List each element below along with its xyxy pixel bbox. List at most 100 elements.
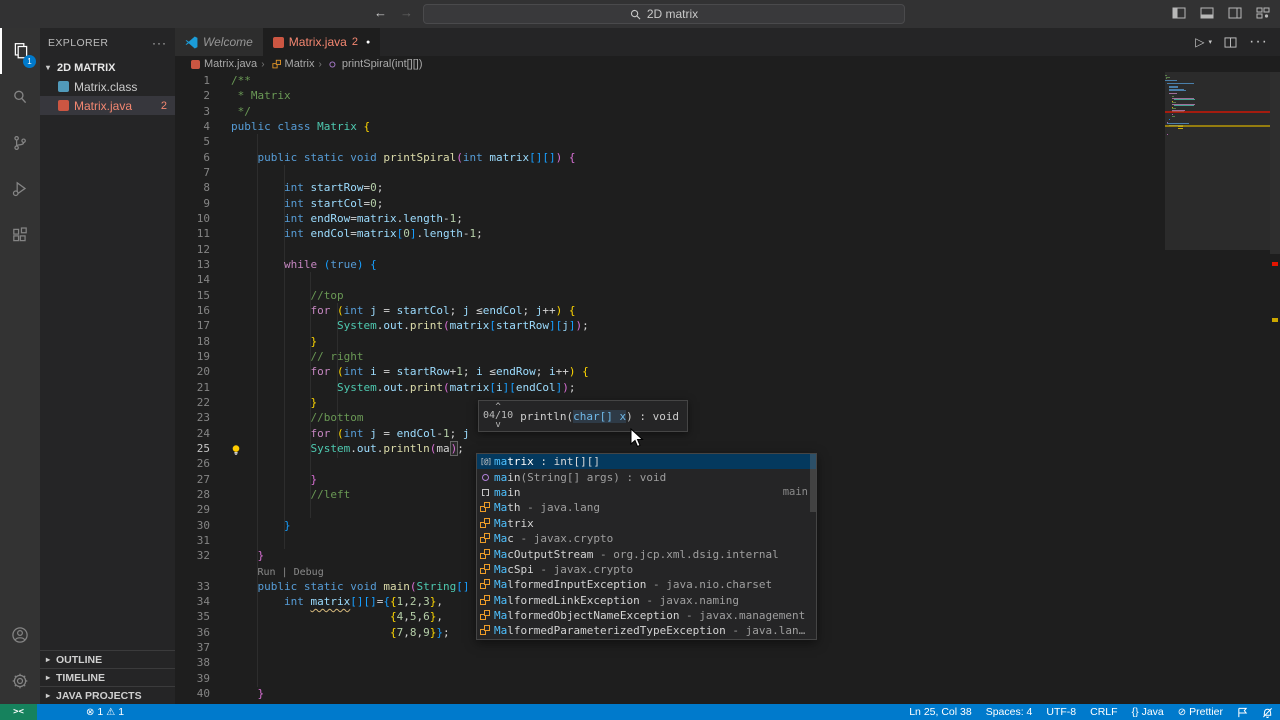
code-token: print — [409, 319, 443, 333]
code-line[interactable]: 18 } — [175, 334, 1280, 349]
feedback-icon[interactable] — [1230, 704, 1255, 720]
suggest-item-Mac[interactable]: Mac - javax.crypto — [477, 531, 816, 546]
code-token: out — [356, 441, 377, 455]
code-token: ; — [442, 625, 450, 639]
search-view-icon[interactable] — [0, 74, 40, 120]
file-matrix-class[interactable]: Matrix.class — [40, 77, 175, 96]
split-editor-icon[interactable] — [1224, 36, 1237, 48]
code-editor[interactable]: 1/** 2 * Matrix 3 */4 public class Matrix {… — [175, 72, 1280, 704]
suggest-item-matrix[interactable]: [@] matrix : int[][] — [477, 454, 816, 470]
java-projects-section[interactable]: ▸ JAVA PROJECTS — [40, 686, 175, 704]
toggle-secondary-sidebar-icon[interactable] — [1228, 7, 1242, 19]
code-token: endCol — [482, 303, 523, 317]
extensions-icon[interactable] — [0, 212, 40, 258]
code-token: System — [336, 380, 377, 394]
back-icon[interactable]: ← — [374, 5, 387, 20]
code-token: { — [383, 595, 390, 609]
suggest-item-Math[interactable]: Math - java.lang — [477, 500, 816, 515]
suggest-item-MalformedObjectNameException[interactable]: MalformedObjectNameException - javax.man… — [477, 608, 816, 623]
code-line[interactable]: 15 //top — [175, 288, 1280, 303]
code-line[interactable]: 20 for (int i = startRow+1; i ≤endRow; i… — [175, 364, 1280, 379]
breadcrumb-class[interactable]: Matrix — [285, 58, 315, 70]
run-debug-icon[interactable] — [0, 166, 40, 212]
code-line[interactable]: 37 — [175, 640, 1280, 655]
code-line[interactable]: 21 System.out.print(matrix[i][endCol]); — [175, 380, 1280, 395]
code-line[interactable]: 23 //bottom — [175, 410, 1280, 425]
code-line[interactable]: 5 — [175, 134, 1280, 149]
language-mode[interactable]: {} Java — [1125, 704, 1171, 720]
code-line[interactable]: 24 for (int j = endCol-1; j — [175, 426, 1280, 441]
code-line[interactable]: 12 — [175, 242, 1280, 257]
tab-matrix-java[interactable]: Matrix.java 2 ● — [262, 28, 381, 56]
suggest-item-MalformedInputException[interactable]: MalformedInputException - java.nio.chars… — [477, 577, 816, 592]
suggest-item-MalformedParameterizedTypeException[interactable]: MalformedParameterizedTypeException - ja… — [477, 623, 816, 638]
suggest-item-MalformedLinkException[interactable]: MalformedLinkException - javax.naming — [477, 593, 816, 608]
code-line[interactable]: 40 } — [175, 686, 1280, 701]
code-line[interactable]: 9 int startCol=0; — [175, 196, 1280, 211]
encoding[interactable]: UTF-8 — [1039, 704, 1083, 720]
editor-more-actions-icon[interactable]: ··· — [1249, 33, 1268, 51]
toggle-sidebar-icon[interactable] — [1172, 7, 1186, 19]
code-line[interactable]: 10 int endRow=matrix.length-1; — [175, 211, 1280, 226]
tab-welcome[interactable]: Welcome — [175, 28, 263, 56]
run-dropdown-icon[interactable]: ▾ — [1209, 38, 1213, 46]
code-line[interactable]: 19 // right — [175, 349, 1280, 364]
suggest-item-Matrix[interactable]: Matrix — [477, 516, 816, 531]
notifications-bell-icon[interactable] — [1255, 704, 1280, 720]
source-control-icon[interactable] — [0, 120, 40, 166]
suggest-item-MacOutputStream[interactable]: MacOutputStream - org.jcp.xml.dsig.inter… — [477, 546, 816, 561]
cursor-position[interactable]: Ln 25, Col 38 — [902, 704, 978, 720]
code-line[interactable]: 14 — [175, 272, 1280, 287]
timeline-section[interactable]: ▸ TIMELINE — [40, 668, 175, 686]
lightbulb-icon[interactable] — [230, 444, 242, 456]
hint-next-icon[interactable]: v — [495, 421, 500, 430]
run-java-icon[interactable]: ▷ — [1195, 35, 1204, 49]
code-line[interactable]: 22 } — [175, 395, 1280, 410]
code-line[interactable]: 13 while (true) { — [175, 257, 1280, 272]
minimap[interactable] — [1165, 72, 1270, 250]
settings-gear-icon[interactable] — [0, 658, 40, 704]
formatter-status[interactable]: ⊘ Prettier — [1171, 704, 1230, 720]
code-line[interactable]: 39 — [175, 671, 1280, 686]
forward-icon[interactable]: → — [400, 5, 413, 20]
toggle-panel-icon[interactable] — [1200, 7, 1214, 19]
outline-section[interactable]: ▸ OUTLINE — [40, 650, 175, 668]
code-line[interactable]: 4 public class Matrix { — [175, 119, 1280, 134]
code-line[interactable]: 11 int endCol=matrix[0].length-1; — [175, 226, 1280, 241]
code-line[interactable]: 2 * Matrix — [175, 88, 1280, 103]
accounts-icon[interactable] — [0, 612, 40, 658]
remote-indicator[interactable]: >< — [0, 704, 37, 720]
eol-sequence[interactable]: CRLF — [1083, 704, 1124, 720]
minimap-line — [1169, 118, 1170, 120]
code-token: ++ — [555, 365, 569, 379]
breadcrumb-method[interactable]: printSpiral(int[][]) — [342, 58, 423, 70]
command-center-search[interactable]: 2D matrix — [423, 4, 905, 24]
code-line[interactable]: 1 /** — [175, 73, 1280, 88]
customize-layout-icon[interactable] — [1256, 7, 1270, 19]
file-matrix-java[interactable]: Matrix.java 2 — [40, 96, 175, 115]
code-line[interactable]: 8 int startRow=0; — [175, 180, 1280, 195]
indentation[interactable]: Spaces: 4 — [979, 704, 1040, 720]
breadcrumb-file[interactable]: Matrix.java — [204, 58, 257, 70]
code-token: j — [370, 303, 377, 317]
class-icon — [477, 500, 494, 515]
code-line[interactable]: 6 public static void printSpiral(int mat… — [175, 150, 1280, 165]
code-line[interactable]: 16 for (int j = startCol; j ≤endCol; j++… — [175, 303, 1280, 318]
folder-section-2d-matrix[interactable]: ▾ 2D MATRIX — [40, 58, 175, 77]
editor-scrollbar[interactable] — [1270, 72, 1280, 254]
modified-dot-icon[interactable]: ● — [366, 39, 370, 46]
suggest-item-main[interactable]: main main — [477, 485, 816, 500]
indent-guide — [337, 303, 338, 458]
problems-status[interactable]: ⊗ 1 ⚠ 1 — [79, 704, 131, 720]
code-line[interactable]: 3 */ — [175, 104, 1280, 119]
code-line[interactable]: 38 — [175, 655, 1280, 670]
explorer-more-actions-icon[interactable]: ··· — [152, 36, 167, 50]
suggest-item-main[interactable]: main(String[] args) : void — [477, 469, 816, 484]
explorer-icon[interactable]: 1 — [0, 28, 40, 74]
code-line[interactable]: 7 — [175, 165, 1280, 180]
codelens-run-debug[interactable]: Run | Debug — [258, 567, 324, 578]
code-line[interactable]: 17 System.out.print(matrix[startRow][j])… — [175, 318, 1280, 333]
suggest-scrollbar[interactable] — [810, 454, 816, 512]
suggest-item-MacSpi[interactable]: MacSpi - javax.crypto — [477, 562, 816, 577]
